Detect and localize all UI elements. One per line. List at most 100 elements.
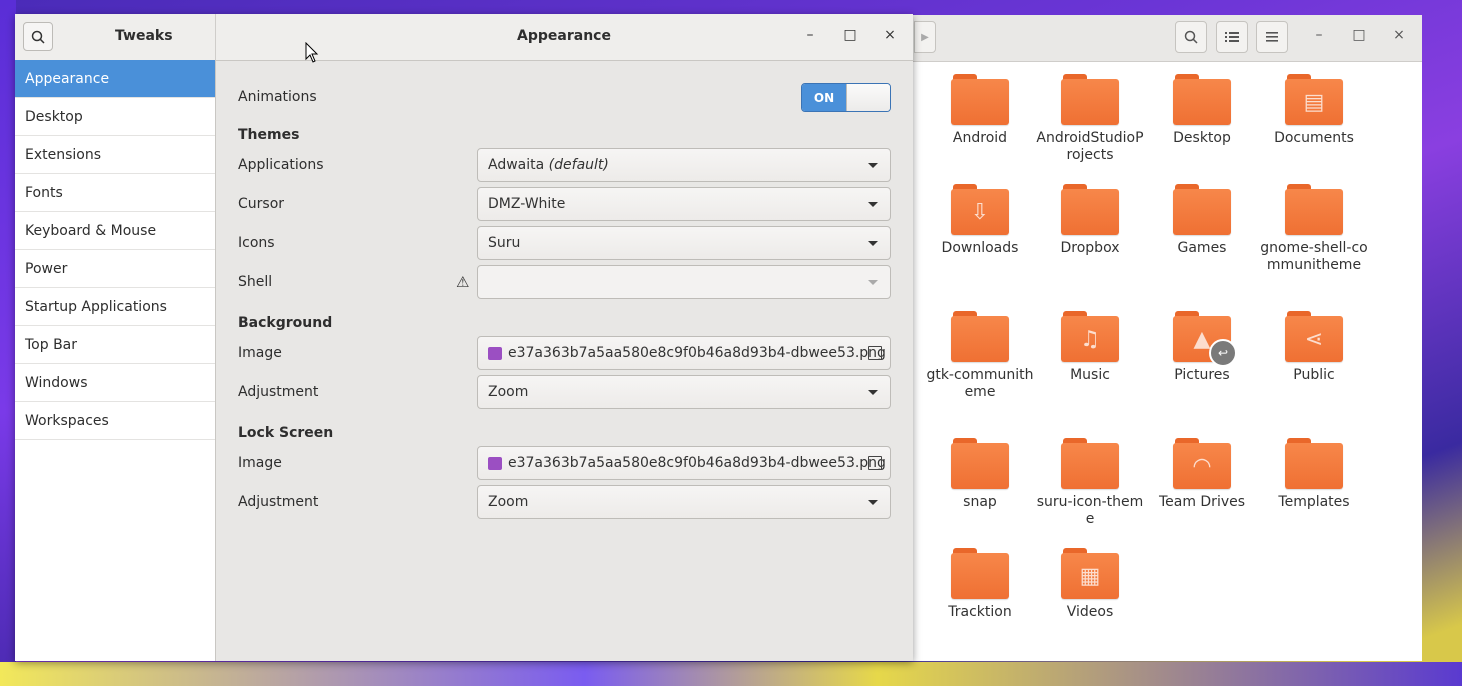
folder-item[interactable]: ▲ ↩ Pictures	[1146, 311, 1258, 384]
sidebar-item-keyboard-mouse[interactable]: Keyboard & Mouse	[15, 212, 215, 250]
folder-label: Documents	[1274, 130, 1354, 146]
folder-label: Dropbox	[1060, 240, 1120, 256]
folder-item[interactable]: ◠ Team Drives	[1146, 438, 1258, 511]
dropdown-arrow-icon	[868, 241, 878, 246]
files-maximize-button[interactable]: □	[1349, 27, 1369, 43]
folder-label: Templates	[1278, 494, 1350, 510]
files-minimize-button[interactable]: –	[1309, 27, 1329, 43]
switch-state: ON	[802, 84, 846, 111]
background-adjustment-label: Adjustment	[238, 384, 319, 400]
lock-screen-adjustment-label: Adjustment	[238, 494, 319, 510]
film-icon: ▦	[1079, 563, 1101, 589]
sidebar-item-fonts[interactable]: Fonts	[15, 174, 215, 212]
folder-label: Videos	[1066, 604, 1114, 620]
cursor-theme-combo[interactable]: DMZ-White	[477, 187, 891, 221]
image-file-icon	[488, 456, 502, 470]
desktop-background	[0, 0, 16, 686]
animations-switch[interactable]: ON	[801, 83, 891, 112]
background-image-chooser[interactable]: e37a363b7a5aa580e8c9f0b46a8d93b4-dbwee53…	[477, 336, 891, 370]
themes-heading: Themes	[238, 127, 300, 143]
sidebar-item-extensions[interactable]: Extensions	[15, 136, 215, 174]
files-close-button[interactable]: ×	[1389, 27, 1409, 43]
folder-icon	[1173, 184, 1231, 235]
folder-item[interactable]: gnome-shell-communitheme	[1258, 184, 1370, 274]
dropdown-arrow-icon	[868, 280, 878, 285]
folder-label: snap	[963, 494, 997, 510]
lock-screen-adjustment-combo[interactable]: Zoom	[477, 485, 891, 519]
search-button[interactable]	[1175, 21, 1207, 53]
folder-item[interactable]: ⇩ Downloads	[924, 184, 1036, 257]
sidebar-item-desktop[interactable]: Desktop	[15, 98, 215, 136]
dropdown-arrow-icon	[868, 390, 878, 395]
document-icon: ▤	[1303, 89, 1325, 115]
desktop-wallpaper-strip	[0, 662, 1462, 686]
background-heading: Background	[238, 315, 333, 331]
folder-item[interactable]: Games	[1146, 184, 1258, 257]
folder-icon: ◠	[1173, 438, 1231, 489]
icons-label: Icons	[238, 235, 275, 251]
folder-icon: ⋖	[1285, 311, 1343, 362]
files-window: ▶ – □ × Android AndroidStudioProjects Desk…	[912, 15, 1422, 661]
sidebar-item-top-bar[interactable]: Top Bar	[15, 326, 215, 364]
folder-item[interactable]: Dropbox	[1034, 184, 1146, 257]
folder-item[interactable]: Tracktion	[924, 548, 1036, 621]
symlink-emblem-icon: ↩	[1209, 339, 1237, 367]
background-adjustment-combo[interactable]: Zoom	[477, 375, 891, 409]
forward-button[interactable]: ▶	[914, 21, 936, 53]
folder-label: Android	[952, 130, 1008, 146]
list-view-button[interactable]	[1216, 21, 1248, 53]
folder-item[interactable]: ▦ Videos	[1034, 548, 1146, 621]
dropdown-arrow-icon	[868, 202, 878, 207]
folder-icon	[1061, 184, 1119, 235]
animations-label: Animations	[238, 89, 317, 105]
sidebar: Appearance Desktop Extensions Fonts Keyb…	[15, 60, 216, 661]
download-icon: ⇩	[970, 199, 990, 225]
applications-label: Applications	[238, 157, 324, 173]
sidebar-item-power[interactable]: Power	[15, 250, 215, 288]
file-chooser-icon	[868, 346, 882, 360]
search-button[interactable]	[23, 22, 53, 51]
mouse-pointer-icon	[305, 42, 319, 63]
folder-item[interactable]: snap	[924, 438, 1036, 511]
image-file-icon	[488, 346, 502, 360]
applications-theme-combo[interactable]: Adwaita (default)	[477, 148, 891, 182]
folder-label: AndroidStudioProjects	[1036, 130, 1144, 163]
folder-icon	[951, 438, 1009, 489]
close-button[interactable]: ×	[880, 27, 900, 43]
folder-item[interactable]: Templates	[1258, 438, 1370, 511]
folder-item[interactable]: Android	[924, 74, 1036, 147]
sidebar-item-startup-applications[interactable]: Startup Applications	[15, 288, 215, 326]
folder-label: Team Drives	[1158, 494, 1246, 510]
maximize-button[interactable]: □	[840, 27, 860, 43]
sidebar-item-appearance[interactable]: Appearance	[15, 60, 215, 98]
minimize-button[interactable]: –	[800, 27, 820, 43]
combo-value: DMZ-White	[488, 196, 566, 212]
folder-label: Pictures	[1174, 367, 1230, 383]
lock-screen-image-chooser[interactable]: e37a363b7a5aa580e8c9f0b46a8d93b4-dbwee53…	[477, 446, 891, 480]
folder-item[interactable]: AndroidStudioProjects	[1034, 74, 1146, 164]
folder-icon: ⇩	[951, 184, 1009, 235]
folder-icon	[1061, 438, 1119, 489]
folder-icon	[951, 74, 1009, 125]
chooser-value: e37a363b7a5aa580e8c9f0b46a8d93b4-dbwee53…	[508, 455, 886, 471]
sidebar-item-windows[interactable]: Windows	[15, 364, 215, 402]
icons-theme-combo[interactable]: Suru	[477, 226, 891, 260]
folder-item[interactable]: ▤ Documents	[1258, 74, 1370, 147]
folder-item[interactable]: ♫ Music	[1034, 311, 1146, 384]
folder-label: Music	[1070, 367, 1110, 383]
dropdown-arrow-icon	[868, 163, 878, 168]
appearance-panel: Animations ON Themes Applications Adwait…	[216, 61, 913, 661]
folder-icon	[1061, 74, 1119, 125]
folder-item[interactable]: gtk-communitheme	[924, 311, 1036, 401]
folder-item[interactable]: Desktop	[1146, 74, 1258, 147]
shell-theme-combo[interactable]	[477, 265, 891, 299]
folder-label: Public	[1293, 367, 1335, 383]
chevron-right-icon: ▶	[921, 31, 929, 43]
sidebar-item-workspaces[interactable]: Workspaces	[15, 402, 215, 440]
folder-icon: ▲ ↩	[1173, 311, 1237, 367]
folder-item[interactable]: suru-icon-theme	[1034, 438, 1146, 528]
menu-button[interactable]	[1256, 21, 1288, 53]
folder-label: Games	[1177, 240, 1227, 256]
folder-item[interactable]: ⋖ Public	[1258, 311, 1370, 384]
folder-label: gtk-communitheme	[926, 367, 1034, 400]
